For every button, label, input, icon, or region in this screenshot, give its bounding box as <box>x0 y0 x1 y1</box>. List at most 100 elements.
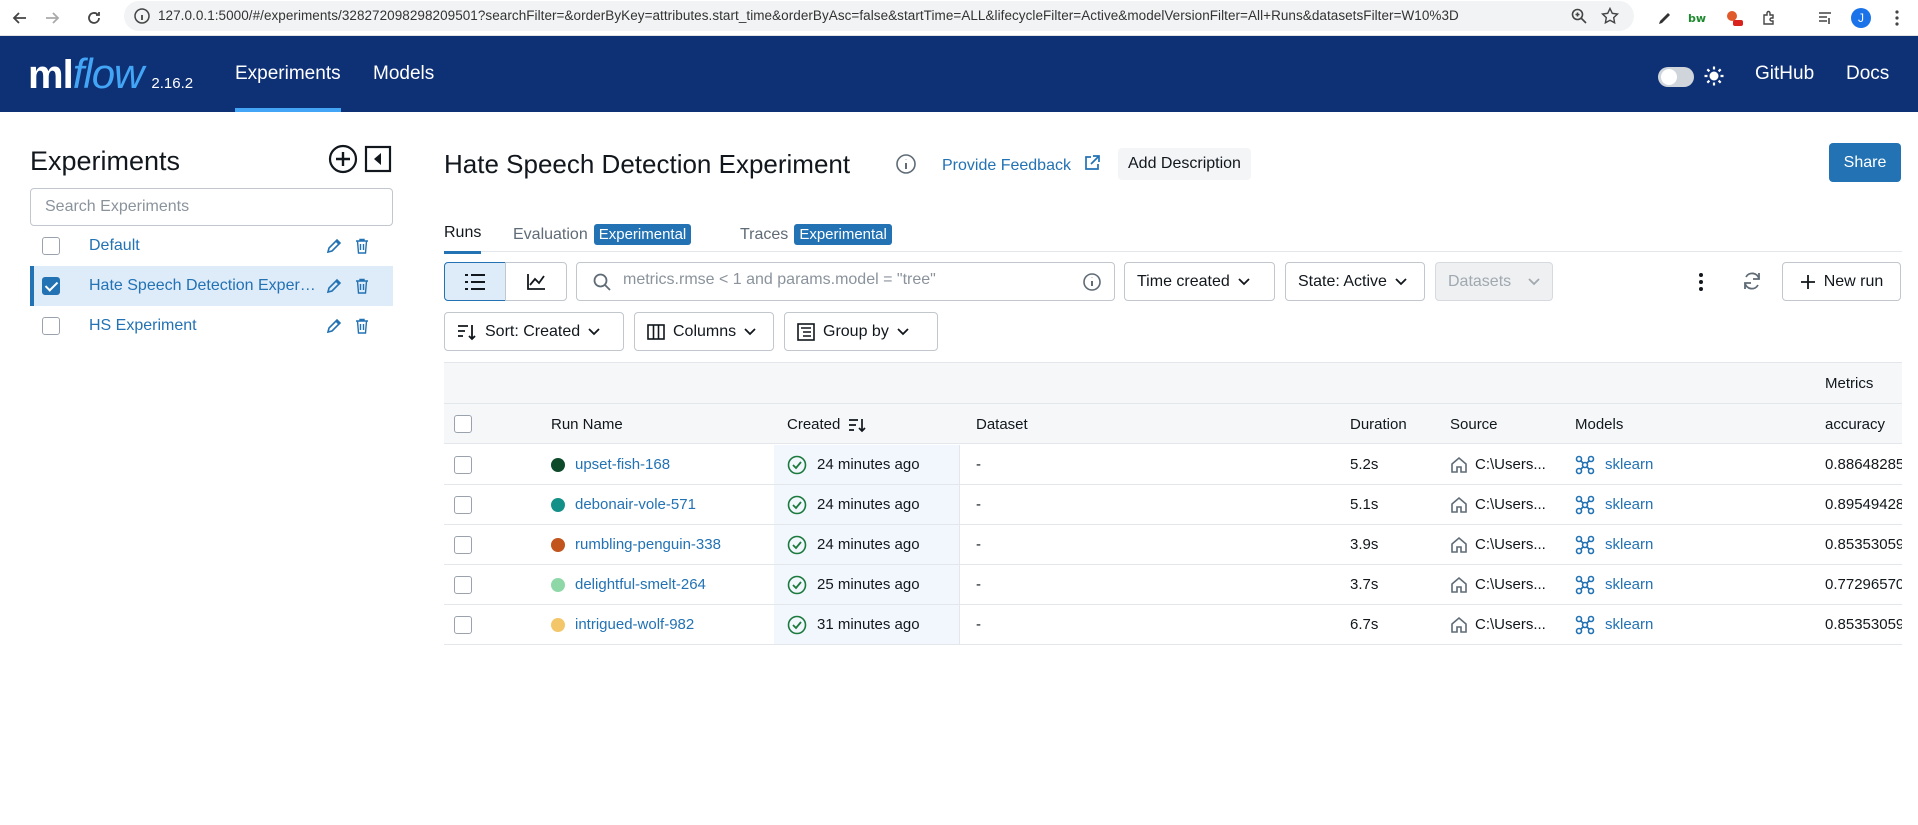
trash-icon[interactable] <box>355 238 369 259</box>
experiment-name[interactable]: Hate Speech Detection Experiment <box>89 277 317 295</box>
pencil-icon[interactable] <box>325 237 343 260</box>
browser-menu-icon[interactable] <box>1884 5 1910 31</box>
group-by-dropdown[interactable]: Group by <box>784 312 938 351</box>
sun-icon[interactable] <box>1703 65 1725 92</box>
columns-dropdown[interactable]: Columns <box>634 312 774 351</box>
row-checkbox[interactable] <box>454 496 472 514</box>
sidebar-item-default[interactable]: Default <box>30 226 393 266</box>
row-checkbox[interactable] <box>454 536 472 554</box>
puzzle-extension-icon[interactable] <box>1756 5 1782 31</box>
forward-arrow-icon[interactable] <box>40 6 64 30</box>
tab-evaluation[interactable]: Evaluation Experimental <box>513 224 692 245</box>
address-bar[interactable]: 127.0.0.1:5000/#/experiments/32827209829… <box>124 1 1634 31</box>
experiment-name[interactable]: HS Experiment <box>89 317 197 335</box>
table-row[interactable]: delightful-smelt-264 25 minutes ago - 3.7s C… <box>444 565 1902 605</box>
select-all-checkbox[interactable] <box>454 415 472 433</box>
source-value[interactable]: C:\Users... <box>1475 456 1546 473</box>
home-icon <box>1450 576 1468 599</box>
mlflow-logo[interactable]: ml flow 2.16.2 <box>28 50 193 98</box>
row-checkbox[interactable] <box>454 456 472 474</box>
source-value[interactable]: C:\Users... <box>1475 536 1546 553</box>
tab-runs[interactable]: Runs <box>444 224 482 254</box>
chart-view-button[interactable] <box>505 262 567 301</box>
runs-search-box[interactable] <box>576 262 1115 301</box>
experiment-name[interactable]: Default <box>89 237 140 255</box>
nav-experiments[interactable]: Experiments <box>235 36 341 112</box>
col-source[interactable]: Source <box>1450 416 1498 433</box>
table-row[interactable]: upset-fish-168 24 minutes ago - 5.2s C:\User… <box>444 445 1902 485</box>
datasets-dropdown[interactable]: Datasets <box>1435 262 1553 301</box>
sort-dropdown[interactable]: Sort: Created <box>444 312 624 351</box>
source-value[interactable]: C:\Users... <box>1475 576 1546 593</box>
row-checkbox[interactable] <box>454 576 472 594</box>
tab-traces[interactable]: Traces Experimental <box>740 224 892 245</box>
sidebar-item-hs-experiment[interactable]: HS Experiment <box>30 306 393 346</box>
runs-search-input[interactable] <box>623 271 1063 289</box>
red-extension-icon[interactable] <box>1721 5 1747 31</box>
source-value[interactable]: C:\Users... <box>1475 496 1546 513</box>
nav-models[interactable]: Models <box>373 36 434 112</box>
model-link[interactable]: sklearn <box>1605 496 1653 513</box>
col-run-name[interactable]: Run Name <box>551 416 623 433</box>
pen-extension-icon[interactable] <box>1652 5 1678 31</box>
col-duration[interactable]: Duration <box>1350 416 1407 433</box>
search-experiments-input[interactable] <box>30 188 393 226</box>
model-link[interactable]: sklearn <box>1605 456 1653 473</box>
add-experiment-icon[interactable] <box>328 144 358 179</box>
col-models[interactable]: Models <box>1575 416 1623 433</box>
model-link[interactable]: sklearn <box>1605 616 1653 633</box>
add-description-button[interactable]: Add Description <box>1118 148 1251 180</box>
dark-mode-toggle[interactable] <box>1658 67 1694 87</box>
experiment-checkbox[interactable] <box>42 237 60 255</box>
sidebar-item-hate-speech[interactable]: Hate Speech Detection Experiment <box>30 266 393 306</box>
run-name-link[interactable]: rumbling-penguin-338 <box>575 536 721 553</box>
search-help-icon[interactable] <box>1082 272 1102 297</box>
plus-icon <box>1800 274 1815 289</box>
zoom-icon[interactable] <box>1570 7 1588 30</box>
refresh-icon[interactable] <box>1741 270 1763 297</box>
profile-avatar[interactable]: J <box>1848 5 1874 31</box>
run-name-link[interactable]: intrigued-wolf-982 <box>575 616 694 633</box>
state-dropdown[interactable]: State: Active <box>1285 262 1425 301</box>
collapse-sidebar-icon[interactable] <box>364 145 392 178</box>
list-icon <box>465 273 485 290</box>
duration-value: 6.7s <box>1350 616 1379 633</box>
col-dataset[interactable]: Dataset <box>976 416 1028 433</box>
run-name-link[interactable]: upset-fish-168 <box>575 456 670 473</box>
metrics-group-label: Metrics <box>1825 375 1874 392</box>
bookmark-star-icon[interactable] <box>1600 6 1620 31</box>
share-button[interactable]: Share <box>1829 143 1901 182</box>
bw-extension-icon[interactable]: bw <box>1685 5 1711 31</box>
more-options-icon[interactable] <box>1692 270 1710 299</box>
run-name-link[interactable]: delightful-smelt-264 <box>575 576 706 593</box>
row-checkbox[interactable] <box>454 616 472 634</box>
pencil-icon[interactable] <box>325 277 343 300</box>
run-color-dot <box>551 498 565 512</box>
reload-icon[interactable] <box>82 6 106 30</box>
trash-icon[interactable] <box>355 278 369 299</box>
trash-icon[interactable] <box>355 318 369 339</box>
back-arrow-icon[interactable] <box>8 6 32 30</box>
info-icon[interactable] <box>895 153 917 180</box>
site-info-icon[interactable] <box>133 7 151 30</box>
model-link[interactable]: sklearn <box>1605 576 1653 593</box>
source-value[interactable]: C:\Users... <box>1475 616 1546 633</box>
provide-feedback-link[interactable]: Provide Feedback <box>942 154 1101 177</box>
new-run-button[interactable]: New run <box>1782 262 1901 301</box>
time-created-dropdown[interactable]: Time created <box>1124 262 1275 301</box>
table-row[interactable]: debonair-vole-571 24 minutes ago - 5.1s C:\U… <box>444 485 1902 525</box>
experiment-checkbox[interactable] <box>42 317 60 335</box>
table-row[interactable]: rumbling-penguin-338 24 minutes ago - 3.9s C… <box>444 525 1902 565</box>
dataset-value: - <box>976 576 981 593</box>
github-link[interactable]: GitHub <box>1755 36 1814 112</box>
run-name-link[interactable]: debonair-vole-571 <box>575 496 696 513</box>
reading-list-icon[interactable] <box>1812 5 1838 31</box>
model-link[interactable]: sklearn <box>1605 536 1653 553</box>
list-view-button[interactable] <box>444 262 506 301</box>
col-accuracy[interactable]: accuracy <box>1825 416 1885 433</box>
docs-link[interactable]: Docs <box>1846 36 1889 112</box>
experiment-checkbox-checked[interactable] <box>42 277 60 295</box>
table-row[interactable]: intrigued-wolf-982 31 minutes ago - 6.7s C:\… <box>444 605 1902 645</box>
pencil-icon[interactable] <box>325 317 343 340</box>
col-created[interactable]: Created <box>787 416 866 433</box>
